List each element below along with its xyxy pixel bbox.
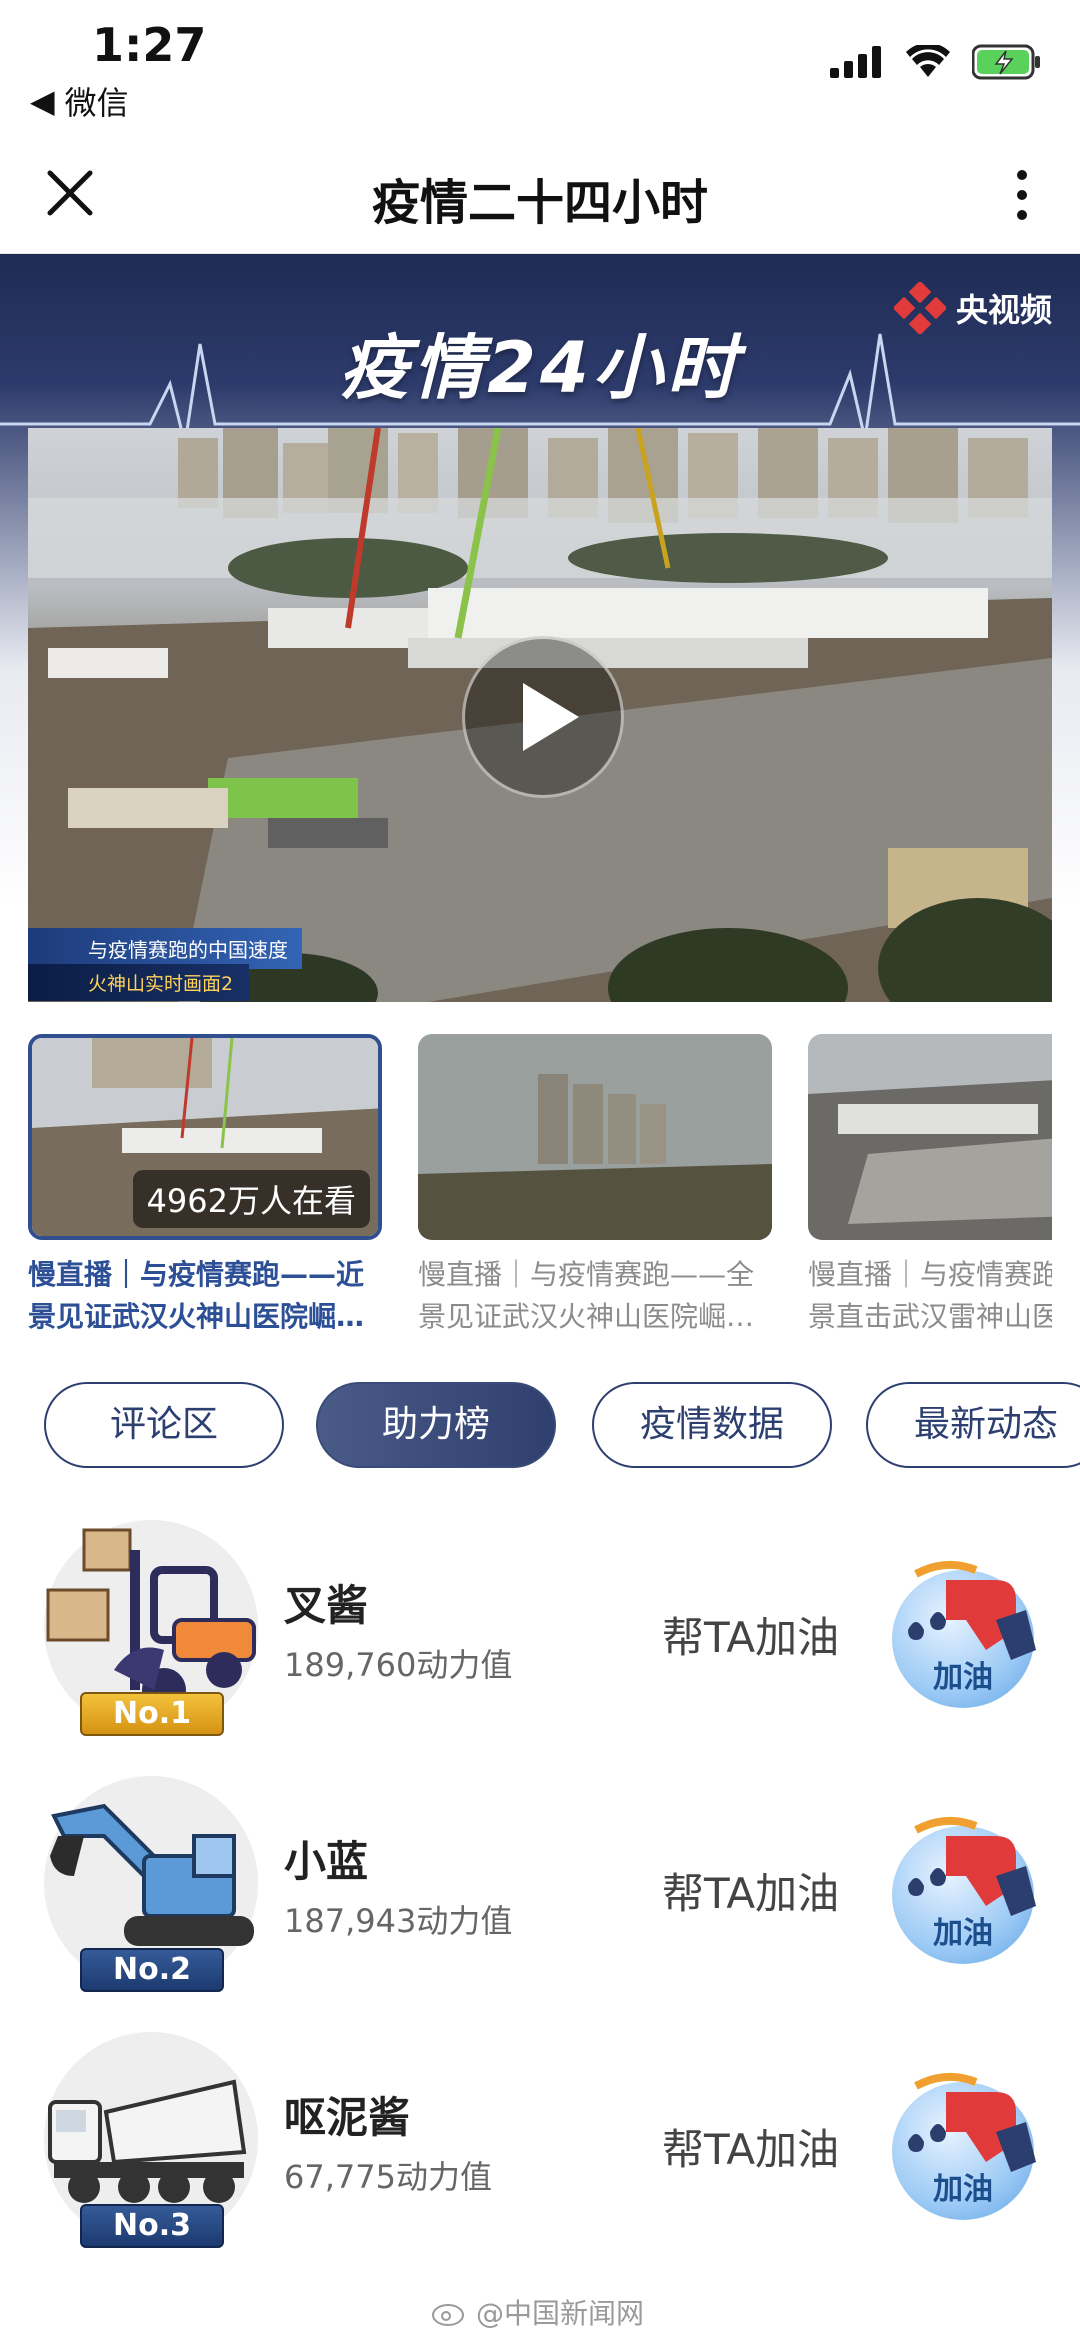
channel-caption-line1: 慢直播｜与疫情赛跑——全 — [418, 1258, 755, 1291]
cheer-button[interactable]: 加油 — [886, 2072, 1046, 2224]
cheer-label: 帮TA加油 — [662, 1613, 840, 1662]
battery-charging-icon — [972, 44, 1040, 80]
status-time: 1:27 — [92, 18, 207, 72]
tab-latest-news[interactable]: 最新动态 — [866, 1382, 1080, 1468]
supporter-name: 呕泥酱 — [284, 2093, 411, 2142]
watermark-text: @中国新闻网 — [476, 2297, 645, 2330]
supporter-name: 小蓝 — [284, 1837, 369, 1886]
system-icons — [830, 44, 1042, 80]
leaderboard-row: No.1 叉酱 189,760动力值 帮TA加油 加油 — [0, 1520, 1080, 1740]
back-app-label: 微信 — [64, 84, 129, 122]
nav-bar: 疫情二十四小时 — [0, 135, 1080, 254]
channel-thumb-image — [418, 1034, 772, 1240]
rank-badge: No.2 — [80, 1948, 224, 1992]
live-video-player[interactable]: 与疫情赛跑的中国速度 火神山实时画面2 — [28, 428, 1052, 1002]
hero-banner: 央视频 疫情24小时 与疫情赛跑的中国速度 火神山实时画面2 4962万人在看 … — [0, 254, 1080, 1344]
video-caption-main: 与疫情赛跑的中国速度 — [28, 928, 302, 969]
play-icon — [523, 683, 579, 751]
avatar: No.1 — [44, 1520, 258, 1736]
fuel-label: 加油 — [933, 2172, 993, 2207]
tab-support-ranking[interactable]: 助力榜 — [316, 1382, 556, 1468]
rank-badge: No.1 — [80, 1692, 224, 1736]
leaderboard-row: No.2 小蓝 187,943动力值 帮TA加油 加油 — [0, 1776, 1080, 1996]
cheer-button[interactable]: 加油 — [886, 1816, 1046, 1968]
page-title: 疫情二十四小时 — [371, 175, 708, 231]
status-bar: 1:27 ◀ 微信 — [0, 0, 1080, 135]
section-tabs: 评论区 助力榜 疫情数据 最新动态 — [44, 1382, 1080, 1472]
cheer-button[interactable]: 加油 — [886, 1560, 1046, 1712]
channel-caption-line1: 慢直播｜与疫情赛跑——近 — [28, 1258, 365, 1291]
leaderboard-row: No.3 呕泥酱 67,775动力值 帮TA加油 加油 — [0, 2032, 1080, 2252]
channel-thumb-1[interactable]: 4962万人在看 慢直播｜与疫情赛跑——近 景见证武汉火神山医院崛… — [28, 1034, 382, 1338]
video-caption-sub: 火神山实时画面2 — [28, 964, 250, 1001]
channel-caption-line2: 景直击武汉雷神山医 — [808, 1300, 1052, 1333]
more-options-icon[interactable] — [1012, 165, 1032, 225]
channel-thumb-2[interactable]: 慢直播｜与疫情赛跑——全 景见证武汉火神山医院崛… — [418, 1034, 772, 1338]
power-value: 187,943动力值 — [284, 1902, 513, 1940]
cheer-label: 帮TA加油 — [662, 2125, 840, 2174]
cheer-label: 帮TA加油 — [662, 1869, 840, 1918]
power-value: 189,760动力值 — [284, 1646, 513, 1684]
watermark: @中国新闻网 — [432, 2292, 644, 2332]
avatar: No.3 — [44, 2032, 258, 2248]
supporter-name: 叉酱 — [284, 1581, 369, 1630]
channel-thumb-image: 4962万人在看 — [28, 1034, 382, 1240]
wifi-icon — [906, 45, 950, 77]
channel-thumb-3[interactable]: 慢直播｜与疫情赛跑 景直击武汉雷神山医 — [808, 1034, 1052, 1338]
rank-badge: No.3 — [80, 2204, 224, 2248]
avatar: No.2 — [44, 1776, 258, 1992]
back-to-app[interactable]: ◀ 微信 — [30, 78, 129, 124]
viewer-count: 4962万人在看 — [132, 1170, 370, 1228]
back-triangle-icon: ◀ — [30, 82, 55, 120]
fuel-label: 加油 — [933, 1916, 993, 1951]
banner-title: 疫情24小时 — [339, 327, 741, 409]
channel-thumb-image — [808, 1034, 1052, 1240]
channel-caption-line2: 景见证武汉火神山医院崛… — [28, 1300, 365, 1333]
signal-icon — [830, 46, 881, 78]
channel-caption-line2: 景见证武汉火神山医院崛… — [418, 1300, 755, 1333]
tab-epidemic-data[interactable]: 疫情数据 — [592, 1382, 832, 1468]
live-channel-list: 4962万人在看 慢直播｜与疫情赛跑——近 景见证武汉火神山医院崛… 慢直播｜与… — [28, 1034, 1052, 1344]
power-value: 67,775动力值 — [284, 2158, 492, 2196]
channel-caption-line1: 慢直播｜与疫情赛跑 — [808, 1258, 1052, 1291]
play-button[interactable] — [462, 636, 624, 798]
weibo-icon — [432, 2304, 464, 2326]
fuel-label: 加油 — [933, 1660, 993, 1695]
tab-comments[interactable]: 评论区 — [44, 1382, 284, 1468]
